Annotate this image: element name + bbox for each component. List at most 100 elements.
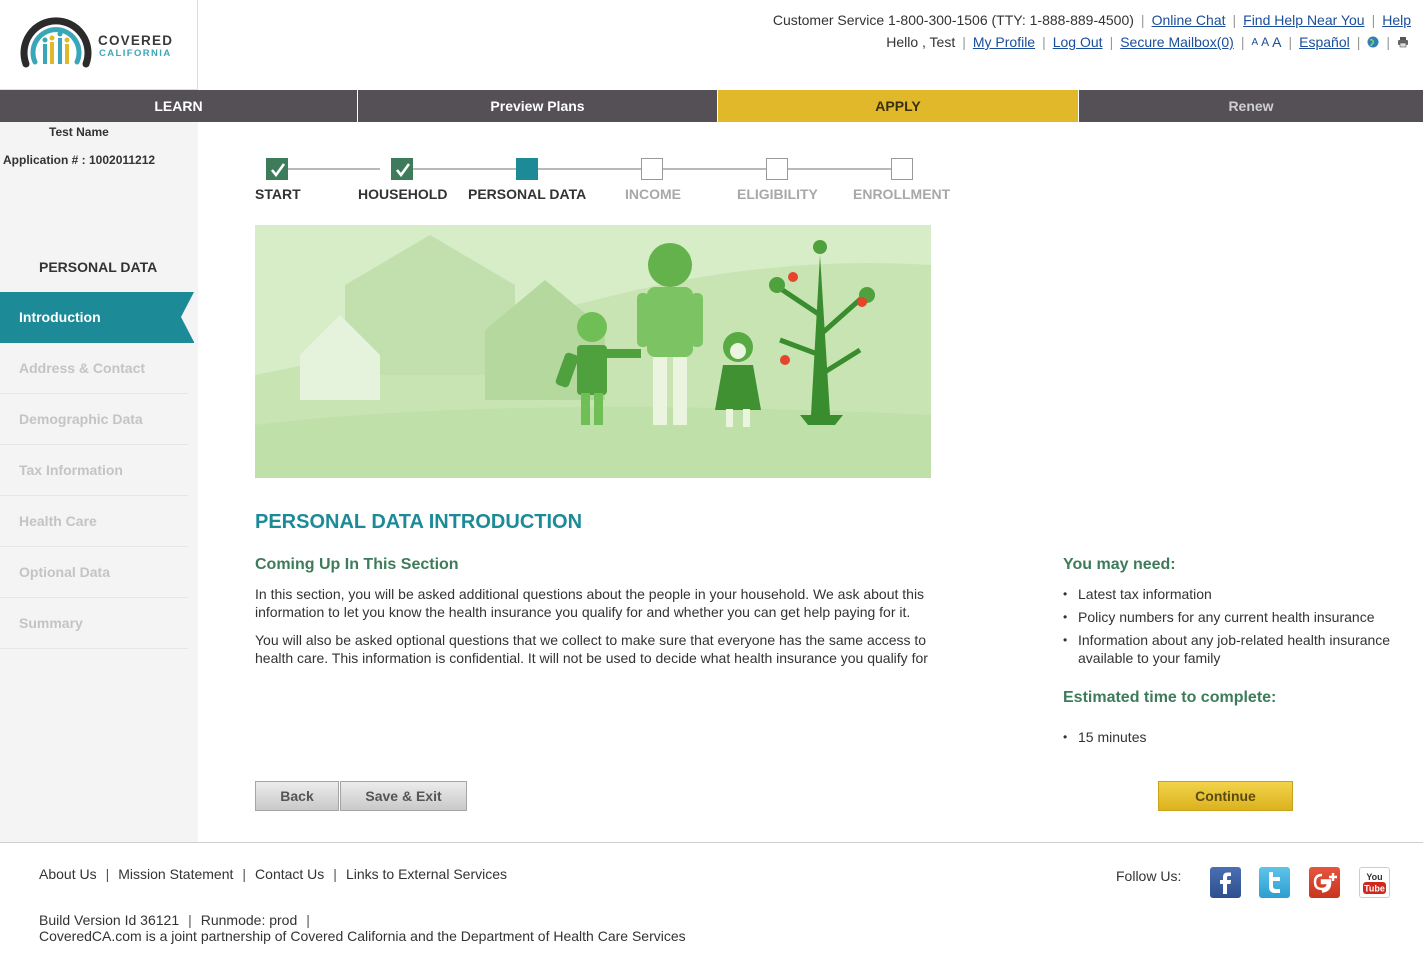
font-size-medium-button[interactable]: A: [1261, 35, 1269, 49]
facebook-icon[interactable]: [1210, 867, 1241, 898]
step-enrollment-checkbox: [891, 158, 913, 180]
mission-statement-link[interactable]: Mission Statement: [118, 866, 233, 882]
globe-icon[interactable]: [1367, 36, 1379, 48]
contact-us-link[interactable]: Contact Us: [255, 866, 324, 882]
continue-button[interactable]: Continue: [1158, 781, 1293, 811]
save-exit-button[interactable]: Save & Exit: [340, 781, 467, 811]
runmode: Runmode: prod: [200, 912, 298, 928]
estimated-time-title: Estimated time to complete:: [1063, 689, 1277, 706]
utility-row-top: Customer Service 1-800-300-1506 (TTY: 1-…: [773, 12, 1411, 28]
you-may-need-list: Latest tax information Policy numbers fo…: [1063, 585, 1408, 672]
youtube-tube-text: Tube: [1364, 884, 1385, 894]
separator: |: [306, 912, 310, 928]
sidebar-item-label: Optional Data: [19, 564, 111, 580]
separator: |: [1140, 12, 1145, 28]
step-connector: [538, 168, 641, 170]
separator: |: [1386, 34, 1390, 50]
follow-us-label: Follow Us:: [1116, 868, 1182, 884]
intro-paragraph-2: You will also be asked optional question…: [255, 632, 928, 666]
application-number: Application # : 1002011212: [3, 153, 156, 167]
active-notch: [181, 292, 194, 342]
progress-tracker: START HOUSEHOLD PERSONAL DATA INCOME ELI…: [255, 158, 975, 208]
sidebar-item-demographic-data[interactable]: Demographic Data: [0, 394, 188, 445]
page-title: PERSONAL DATA INTRODUCTION: [255, 511, 583, 533]
footer-links: About Us | Mission Statement | Contact Us | Li…: [39, 866, 507, 882]
utility-row-bottom: Hello , Test | My Profile | Log Out | Secure M…: [886, 34, 1409, 50]
separator: |: [1356, 34, 1361, 50]
online-chat-link[interactable]: Online Chat: [1152, 12, 1226, 28]
sidebar: Test Name Application # : 1002011212 PER…: [0, 122, 198, 842]
estimated-time-list: 15 minutes: [1063, 728, 1146, 746]
family-illustration: [255, 225, 931, 478]
my-profile-link[interactable]: My Profile: [973, 34, 1035, 50]
help-link[interactable]: Help: [1382, 12, 1411, 28]
build-info: Build Version Id 36121 | Runmode: prod |: [39, 912, 319, 928]
step-label-eligibility: ELIGIBILITY: [737, 186, 818, 202]
sidebar-item-label: Address & Contact: [19, 360, 146, 376]
customer-service-text: Customer Service 1-800-300-1506 (TTY: 1-…: [772, 12, 1134, 28]
separator: |: [188, 912, 192, 928]
sidebar-item-introduction[interactable]: Introduction: [0, 292, 194, 343]
sidebar-nav: Introduction Address & Contact Demograph…: [0, 292, 198, 649]
step-eligibility-checkbox: [766, 158, 788, 180]
step-household-checkbox: [391, 158, 413, 180]
separator: |: [105, 866, 110, 882]
sidebar-item-label: Introduction: [19, 309, 101, 325]
step-personal-data-checkbox: [516, 158, 538, 180]
partnership-text: CoveredCA.com is a joint partnership of …: [39, 928, 686, 944]
about-us-link[interactable]: About Us: [39, 866, 97, 882]
main-navigation: LEARN Preview Plans APPLY Renew: [0, 90, 1423, 122]
step-label-household: HOUSEHOLD: [358, 186, 448, 202]
sidebar-item-label: Demographic Data: [19, 411, 143, 427]
step-start-checkbox: [266, 158, 288, 180]
separator: |: [962, 34, 966, 50]
step-label-enrollment: ENROLLMENT: [853, 186, 951, 202]
section-subheading: Coming Up In This Section: [255, 556, 459, 573]
sidebar-item-label: Health Care: [19, 513, 97, 529]
separator: |: [242, 866, 247, 882]
sidebar-item-summary[interactable]: Summary: [0, 598, 188, 649]
links-external-services-link[interactable]: Links to External Services: [346, 866, 507, 882]
nav-learn[interactable]: LEARN: [0, 90, 358, 122]
sidebar-item-address-contact[interactable]: Address & Contact: [0, 343, 188, 394]
separator: |: [333, 866, 337, 882]
step-connector: [413, 168, 516, 170]
youtube-icon[interactable]: You Tube: [1359, 867, 1390, 898]
greeting-text: Hello , Test: [886, 34, 956, 50]
nav-renew[interactable]: Renew: [1079, 90, 1423, 122]
step-label-personal-data: PERSONAL DATA: [468, 186, 587, 202]
nav-preview-plans[interactable]: Preview Plans: [358, 90, 718, 122]
print-icon[interactable]: [1397, 36, 1409, 48]
font-size-large-button[interactable]: A: [1272, 34, 1281, 50]
step-connector: [788, 168, 891, 170]
step-label-start: START: [255, 186, 301, 202]
header: COVERED CALIFORNIA Customer Service 1-80…: [0, 0, 1423, 90]
checkmark-icon: [395, 163, 411, 178]
sidebar-item-health-care[interactable]: Health Care: [0, 496, 188, 547]
espanol-link[interactable]: Español: [1299, 34, 1350, 50]
list-item: Latest tax information: [1063, 585, 1408, 603]
sidebar-item-tax-information[interactable]: Tax Information: [0, 445, 188, 496]
step-connector: [663, 168, 766, 170]
list-item: 15 minutes: [1063, 728, 1146, 746]
separator: |: [1240, 34, 1245, 50]
step-connector: [277, 168, 380, 170]
sidebar-item-optional-data[interactable]: Optional Data: [0, 547, 188, 598]
step-income-checkbox: [641, 158, 663, 180]
log-out-link[interactable]: Log Out: [1053, 34, 1103, 50]
google-plus-icon[interactable]: [1309, 867, 1340, 898]
nav-apply[interactable]: APPLY: [718, 90, 1079, 122]
find-help-link[interactable]: Find Help Near You: [1243, 12, 1364, 28]
twitter-icon[interactable]: [1259, 867, 1290, 898]
youtube-you-text: You: [1366, 872, 1382, 882]
build-version: Build Version Id 36121: [39, 912, 180, 928]
logo[interactable]: COVERED CALIFORNIA: [0, 0, 198, 90]
logo-text-covered: COVERED: [98, 33, 174, 48]
separator: |: [1042, 34, 1046, 50]
back-button[interactable]: Back: [255, 781, 339, 811]
separator: |: [1232, 12, 1237, 28]
checkmark-icon: [270, 163, 286, 178]
intro-paragraph-1: In this section, you will be asked addit…: [255, 586, 925, 620]
secure-mailbox-link[interactable]: Secure Mailbox(0): [1120, 34, 1234, 50]
font-size-small-button[interactable]: A: [1251, 37, 1258, 48]
